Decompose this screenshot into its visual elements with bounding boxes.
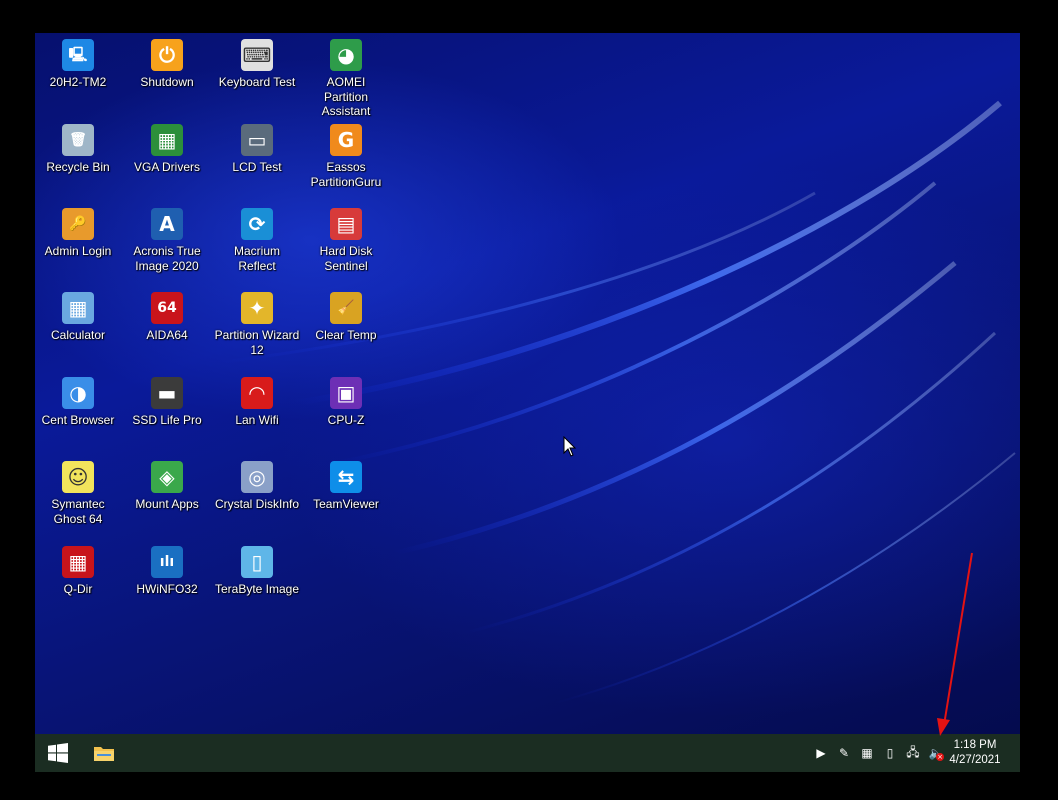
red-annotation-arrow	[937, 552, 973, 736]
